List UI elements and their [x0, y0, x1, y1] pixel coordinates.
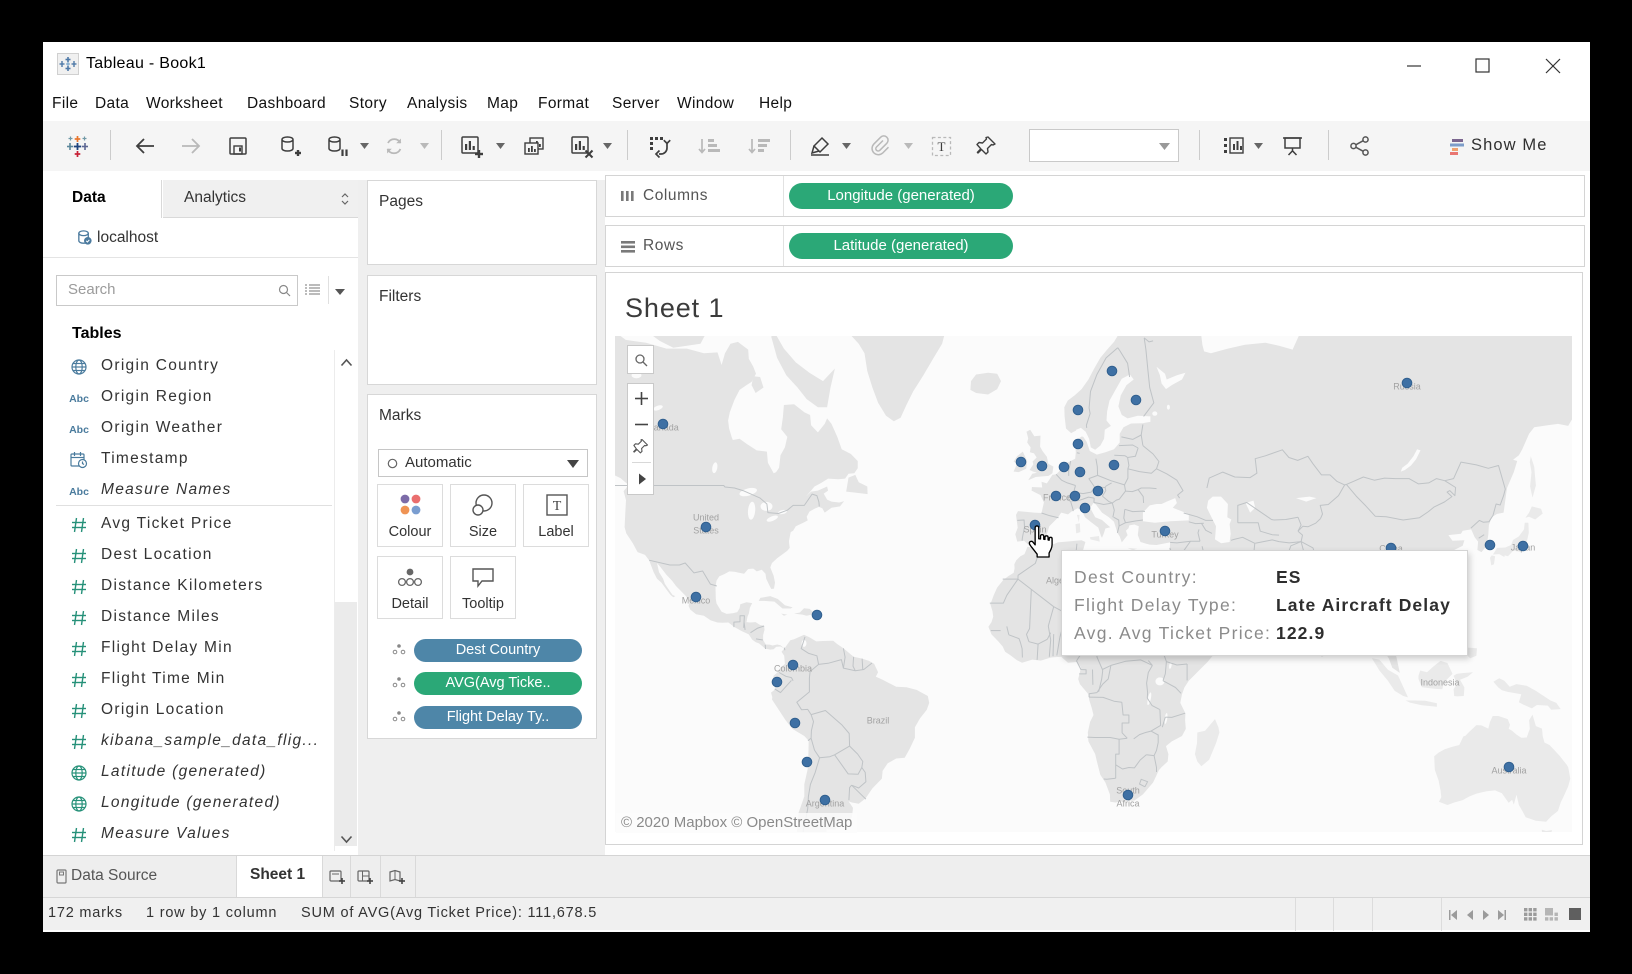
- svg-text:Abc: Abc: [69, 486, 89, 498]
- svg-text:Indonesia: Indonesia: [1420, 678, 1459, 688]
- svg-text:United: United: [693, 513, 719, 523]
- svg-text:T: T: [938, 139, 946, 154]
- svg-text:Abc: Abc: [69, 393, 89, 405]
- svg-text:Brazil: Brazil: [867, 716, 890, 726]
- svg-text:T: T: [553, 499, 562, 514]
- svg-text:Abc: Abc: [69, 424, 89, 436]
